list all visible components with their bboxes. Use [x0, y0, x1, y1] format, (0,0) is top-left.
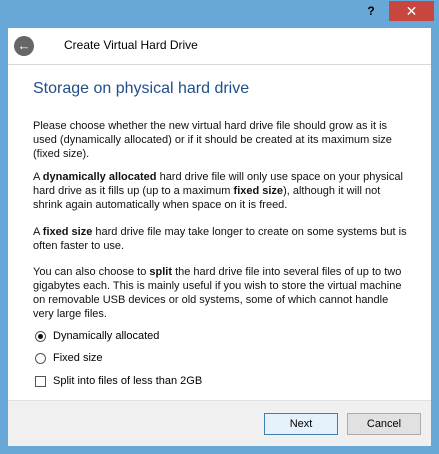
dialog-window: ? ✕ ← Create Virtual Hard Drive Storage …	[0, 0, 439, 454]
button-bar: Next Cancel	[8, 400, 431, 446]
text-fragment: A	[33, 226, 43, 238]
dialog-title: Create Virtual Hard Drive	[64, 38, 198, 52]
bold-term: fixed size	[42, 226, 93, 238]
title-bar: ? ✕	[0, 0, 439, 28]
radio-label: Dynamically allocated	[53, 330, 160, 342]
back-arrow-icon: ←	[17, 38, 31, 53]
help-button[interactable]: ?	[358, 1, 384, 21]
next-button[interactable]: Next	[264, 413, 338, 435]
back-button[interactable]: ←	[14, 36, 34, 56]
dynamic-description: A dynamically allocated hard drive file …	[33, 170, 408, 212]
bold-term: fixed size	[233, 185, 284, 197]
split-description: You can also choose to split the hard dr…	[33, 265, 408, 321]
checkbox-label: Split into files of less than 2GB	[53, 375, 203, 387]
close-button[interactable]: ✕	[389, 1, 434, 21]
split-checkbox[interactable]	[35, 375, 46, 387]
bold-term: dynamically allocated	[42, 171, 157, 183]
fixed-description: A fixed size hard drive file may take lo…	[33, 225, 408, 253]
content-area: Storage on physical hard drive Please ch…	[8, 64, 431, 400]
wizard-header: ← Create Virtual Hard Drive	[8, 28, 431, 64]
radio-label: Fixed size	[53, 352, 103, 364]
text-fragment: You can also choose to	[33, 266, 150, 278]
split-checkbox-row[interactable]: Split into files of less than 2GB	[35, 375, 202, 387]
radio-fixed-size[interactable]: Fixed size	[35, 352, 103, 364]
close-icon: ✕	[405, 3, 418, 19]
bold-term: split	[149, 266, 173, 278]
radio-dynamically-allocated[interactable]: Dynamically allocated	[35, 330, 159, 342]
cancel-button[interactable]: Cancel	[347, 413, 421, 435]
page-heading: Storage on physical hard drive	[33, 80, 250, 97]
text-fragment: A	[33, 171, 43, 183]
radio-button[interactable]	[35, 352, 46, 364]
radio-button[interactable]	[35, 330, 46, 342]
intro-paragraph: Please choose whether the new virtual ha…	[33, 120, 392, 160]
